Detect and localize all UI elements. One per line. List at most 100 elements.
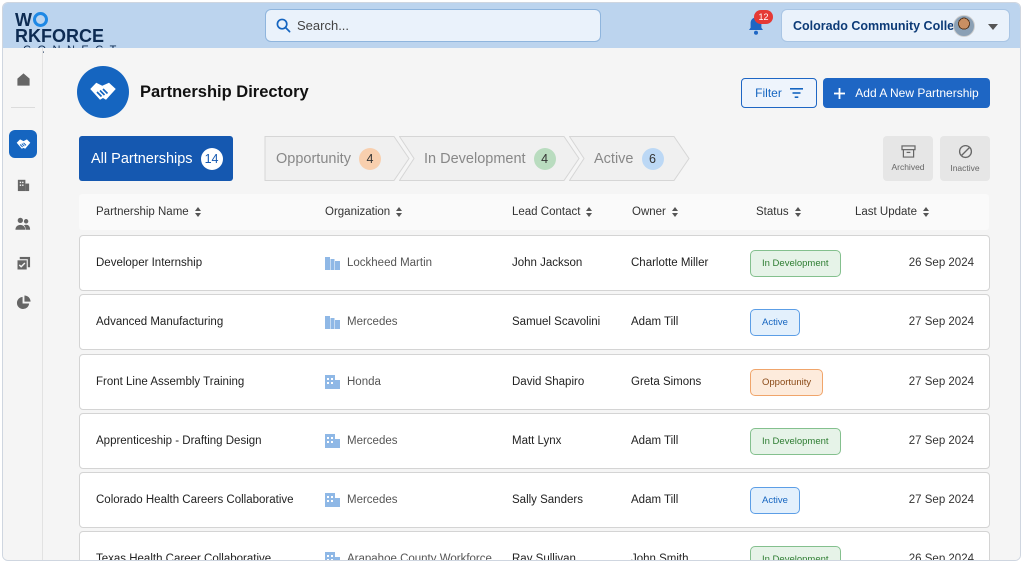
tab-count: 4 (358, 147, 381, 170)
avatar[interactable] (953, 15, 975, 37)
sort-icon[interactable] (671, 207, 679, 217)
lead-contact: John Jackson (512, 257, 583, 269)
status-badge: Active (750, 308, 800, 336)
partnership-name: Apprenticeship - Drafting Design (96, 435, 262, 447)
tasks-icon (15, 256, 30, 271)
column-header-organization[interactable]: Organization (325, 194, 403, 230)
organization-name: Mercedes (347, 435, 398, 447)
status-cell: In Development (750, 532, 841, 560)
table-row[interactable]: Front Line Assembly Training Honda David… (79, 354, 990, 410)
building-icon (325, 375, 340, 389)
organization-cell[interactable]: Lockheed Martin (325, 236, 432, 290)
sidebar-item-home[interactable] (9, 65, 37, 93)
column-header-owner[interactable]: Owner (632, 194, 679, 230)
home-icon (16, 72, 30, 86)
search-input[interactable] (297, 18, 577, 33)
plus-icon (834, 87, 846, 99)
archive-icon (900, 145, 916, 158)
organization-name: Mercedes (347, 316, 398, 328)
status-cell: Active (750, 295, 800, 349)
status-badge: Opportunity (750, 368, 824, 396)
header-label: Partnership Name (96, 206, 189, 218)
status-badge: In Development (750, 427, 841, 455)
lead-contact: Matt Lynx (512, 435, 562, 447)
organization-selector[interactable]: Colorado Community College (781, 9, 1010, 42)
tab-in-development-content: In Development 4 (424, 136, 556, 181)
status-cell: Active (750, 473, 800, 527)
lead-contact: Sally Sanders (512, 494, 583, 506)
last-update: 27 Sep 2024 (908, 435, 974, 447)
tab-label: Opportunity (276, 150, 351, 167)
sort-icon[interactable] (794, 207, 802, 217)
table-row[interactable]: Advanced Manufacturing Mercedes Samuel S… (79, 294, 990, 350)
search-box[interactable] (265, 9, 601, 42)
chevron-down-icon[interactable] (988, 24, 998, 30)
status-cell: In Development (750, 414, 841, 468)
table-row[interactable]: Apprenticeship - Drafting Design Mercede… (79, 413, 990, 469)
logo-wordmark: WRKFORCE (15, 11, 135, 45)
partnership-name: Colorado Health Careers Collaborative (96, 494, 294, 506)
tab-opportunity[interactable]: Opportunity 4 (264, 136, 410, 181)
page-title: Partnership Directory (140, 83, 309, 101)
brand-logo[interactable]: WRKFORCE CONNECT (15, 11, 135, 56)
sidebar-item-contacts[interactable] (9, 209, 37, 237)
tab-all-partnerships[interactable]: All Partnerships 14 (79, 136, 233, 181)
table-row[interactable]: Colorado Health Careers Collaborative Me… (79, 472, 990, 528)
sort-icon[interactable] (923, 207, 930, 217)
last-update: 26 Sep 2024 (908, 553, 974, 561)
sidebar-item-partnerships[interactable] (9, 130, 37, 158)
last-update: 27 Sep 2024 (908, 316, 974, 328)
tab-in-development[interactable]: In Development 4 (399, 136, 580, 181)
tab-count: 6 (641, 147, 664, 170)
organization-cell[interactable]: Honda (325, 355, 381, 409)
table-row[interactable]: Texas Health Career Collaborative Arapah… (79, 531, 990, 561)
building-icon (325, 257, 340, 270)
organization-name: Lockheed Martin (347, 257, 433, 269)
header-label: Last Update (855, 206, 918, 218)
top-bar: WRKFORCE CONNECT 12 Colorado Community C… (3, 3, 1020, 56)
sidebar-divider (11, 107, 35, 108)
tab-count: 4 (533, 147, 556, 170)
sidebar-item-tasks[interactable] (9, 249, 37, 277)
filter-icon (789, 88, 803, 98)
building-icon (325, 493, 340, 507)
table-row[interactable]: Developer Internship Lockheed Martin Joh… (79, 235, 990, 291)
sidebar-item-organizations[interactable] (9, 170, 37, 198)
handshake-icon (16, 138, 30, 149)
sort-icon[interactable] (194, 207, 202, 217)
main-content: Partnership Directory Filter Add A New P… (44, 48, 1020, 560)
partnership-name: Texas Health Career Collaborative (96, 553, 272, 561)
filter-button[interactable]: Filter (741, 78, 817, 108)
building-icon (17, 179, 29, 191)
column-header-lead-contact[interactable]: Lead Contact (512, 194, 593, 230)
organization-cell[interactable]: Mercedes (325, 295, 398, 349)
column-header-status[interactable]: Status (756, 194, 802, 230)
building-icon (325, 316, 340, 329)
status-badge: In Development (750, 249, 841, 277)
organization-name: Honda (347, 376, 381, 388)
organization-cell[interactable]: Arapahoe County Workforce (325, 532, 492, 561)
handshake-icon (90, 82, 116, 100)
tab-label: Active (594, 150, 634, 167)
table-header: Partnership Name Organization Lead Conta… (79, 194, 989, 230)
sidebar-item-reports[interactable] (9, 288, 37, 316)
column-header-partnership-name[interactable]: Partnership Name (96, 194, 202, 230)
column-header-last-update[interactable]: Last Update (855, 194, 930, 230)
sort-icon[interactable] (396, 207, 403, 217)
building-icon (325, 434, 340, 448)
owner: Adam Till (631, 316, 679, 328)
last-update: 27 Sep 2024 (908, 494, 974, 506)
partnership-directory-icon (77, 66, 129, 118)
archived-button[interactable]: Archived (883, 136, 933, 181)
add-partnership-button[interactable]: Add A New Partnership (823, 78, 990, 108)
tab-count: 14 (200, 147, 223, 170)
status-cell: In Development (750, 236, 841, 290)
owner: Adam Till (631, 435, 679, 447)
organization-name: Mercedes (347, 494, 398, 506)
organization-cell[interactable]: Mercedes (325, 473, 398, 527)
sort-icon[interactable] (586, 207, 593, 217)
inactive-button[interactable]: Inactive (940, 136, 990, 181)
organization-name: Arapahoe County Workforce (347, 553, 492, 561)
tab-active[interactable]: Active 6 (569, 136, 690, 181)
organization-cell[interactable]: Mercedes (325, 414, 398, 468)
